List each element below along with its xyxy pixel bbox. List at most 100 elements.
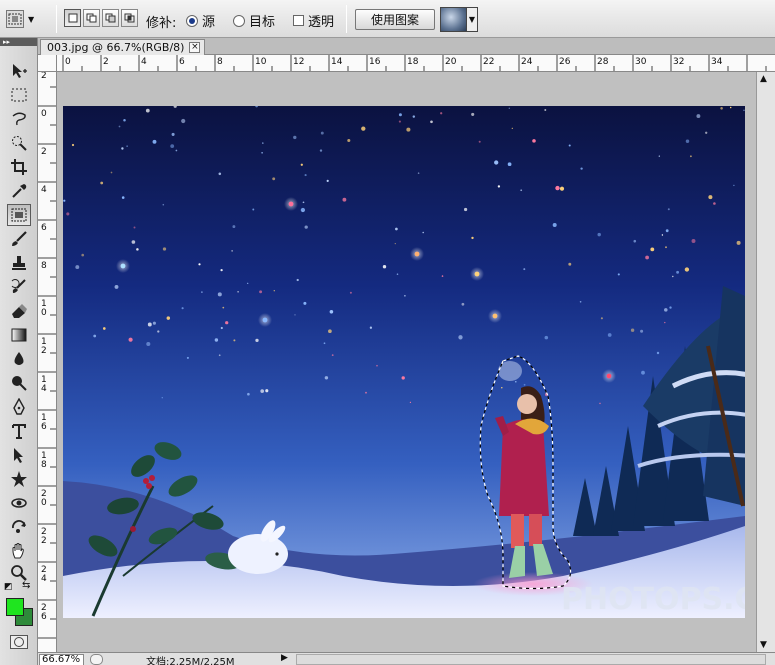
star: [396, 273, 399, 275]
transparent-checkbox[interactable]: 透明: [293, 11, 334, 30]
quick-selection-tool-icon[interactable]: [7, 132, 31, 154]
ruler-label: 34: [711, 57, 723, 67]
star: [218, 354, 221, 357]
toolbox-collapse-icon[interactable]: ▸▸: [0, 38, 37, 46]
path-selection-tool-icon[interactable]: [7, 444, 31, 466]
star: [225, 321, 229, 325]
ruler-label: 2: [41, 536, 47, 546]
ruler-label: 6: [41, 223, 47, 233]
document-tab[interactable]: 003.jpg @ 66.7%(RGB/8) ×: [40, 39, 206, 55]
chevron-down-icon[interactable]: ▼: [467, 8, 477, 31]
star: [319, 149, 323, 152]
vertical-ruler[interactable]: 202468101214161820222426: [38, 72, 57, 652]
star: [664, 321, 666, 324]
history-brush-tool-icon[interactable]: [7, 276, 31, 298]
ruler-origin[interactable]: [38, 55, 57, 72]
star: [568, 144, 571, 147]
ruler-label: 16: [369, 57, 381, 67]
star: [233, 339, 236, 342]
star: [328, 329, 332, 334]
pen-tool-icon[interactable]: [7, 396, 31, 418]
star: [218, 172, 222, 176]
gradient-tool-icon[interactable]: [7, 324, 31, 346]
tool-preset-picker[interactable]: ▼: [6, 8, 50, 30]
pattern-picker[interactable]: ▼: [440, 7, 478, 32]
quick-mask-button[interactable]: [10, 635, 28, 649]
horizontal-scrollbar[interactable]: [296, 654, 766, 665]
selection-mode-group: [64, 9, 138, 27]
source-radio[interactable]: 源: [186, 11, 215, 30]
add-to-selection-button[interactable]: [83, 9, 100, 27]
star: [559, 186, 565, 191]
brush-tool-icon[interactable]: [7, 228, 31, 250]
destination-radio-button[interactable]: [233, 14, 245, 27]
use-pattern-button[interactable]: 使用图案: [355, 9, 435, 30]
default-colors-icon[interactable]: ◩: [4, 582, 13, 592]
star: [349, 291, 352, 294]
3d-rotate-tool-icon[interactable]: [7, 492, 31, 514]
transparent-checkbox-box[interactable]: [293, 15, 304, 26]
options-bar: ▼ 修补: 源 目标 透明 使用图案 ▼: [0, 0, 775, 38]
zoom-field[interactable]: 66.67%: [39, 654, 84, 665]
subtract-from-selection-button[interactable]: [102, 9, 119, 27]
horizontal-ruler[interactable]: 0 2 4 6 8 10 12 14 16 18 20 22 24 26 28 30 32 34: [57, 55, 775, 72]
close-icon[interactable]: ×: [189, 42, 201, 53]
pattern-swatch[interactable]: [441, 8, 467, 31]
star: [118, 125, 121, 128]
star: [288, 201, 294, 207]
type-tool-icon[interactable]: [7, 420, 31, 442]
source-radio-button[interactable]: [186, 14, 198, 27]
star: [708, 195, 713, 200]
destination-radio[interactable]: 目标: [233, 11, 275, 30]
star: [580, 167, 583, 170]
star: [401, 376, 405, 380]
star: [166, 316, 171, 320]
separator: [56, 5, 57, 33]
lasso-tool-icon[interactable]: [7, 108, 31, 130]
star: [252, 208, 255, 211]
foreground-color-swatch[interactable]: [6, 598, 24, 616]
star: [471, 112, 475, 116]
star: [599, 402, 601, 405]
star: [404, 294, 406, 297]
scroll-down-icon[interactable]: ▼: [760, 640, 767, 650]
eyedropper-tool-icon[interactable]: [7, 180, 31, 202]
scroll-up-icon[interactable]: ▲: [760, 74, 767, 84]
ruler-label: 14: [331, 57, 343, 67]
star: [120, 263, 126, 269]
3d-orbit-tool-icon[interactable]: [7, 516, 31, 538]
vertical-scrollbar[interactable]: ▲ ▼: [756, 72, 775, 652]
toolbox: ▸▸ ◩ ⇆: [0, 38, 38, 665]
dodge-tool-icon[interactable]: [7, 372, 31, 394]
ruler-label: 32: [673, 57, 684, 67]
new-selection-button[interactable]: [64, 9, 81, 27]
star: [494, 160, 499, 165]
star: [136, 248, 139, 251]
swap-colors-icon[interactable]: ⇆: [22, 580, 30, 591]
ruler-label: 30: [635, 57, 647, 67]
star: [474, 271, 480, 277]
document-image[interactable]: PHOTOPS.COM: [63, 106, 745, 618]
document-info-icon[interactable]: [90, 654, 103, 665]
star: [690, 155, 692, 158]
marquee-tool-icon[interactable]: [7, 84, 31, 106]
blur-tool-icon[interactable]: [7, 348, 31, 370]
crop-tool-icon[interactable]: [7, 156, 31, 178]
star: [262, 142, 264, 144]
canvas-area[interactable]: PHOTOPS.COM: [57, 72, 756, 652]
separator: [346, 5, 347, 33]
move-tool-icon[interactable]: [7, 60, 31, 82]
star: [342, 197, 347, 202]
intersect-selection-button[interactable]: [121, 9, 138, 27]
ruler-label: 22: [483, 57, 494, 67]
hand-tool-icon[interactable]: [7, 540, 31, 562]
star: [324, 376, 329, 380]
star: [181, 118, 186, 124]
eraser-tool-icon[interactable]: [7, 300, 31, 322]
patch-tool-icon[interactable]: [7, 204, 31, 226]
shape-tool-icon[interactable]: [7, 468, 31, 490]
star: [414, 251, 420, 257]
status-menu-arrow-icon[interactable]: ▶: [281, 653, 288, 663]
clone-stamp-tool-icon[interactable]: [7, 252, 31, 274]
star: [579, 300, 582, 303]
